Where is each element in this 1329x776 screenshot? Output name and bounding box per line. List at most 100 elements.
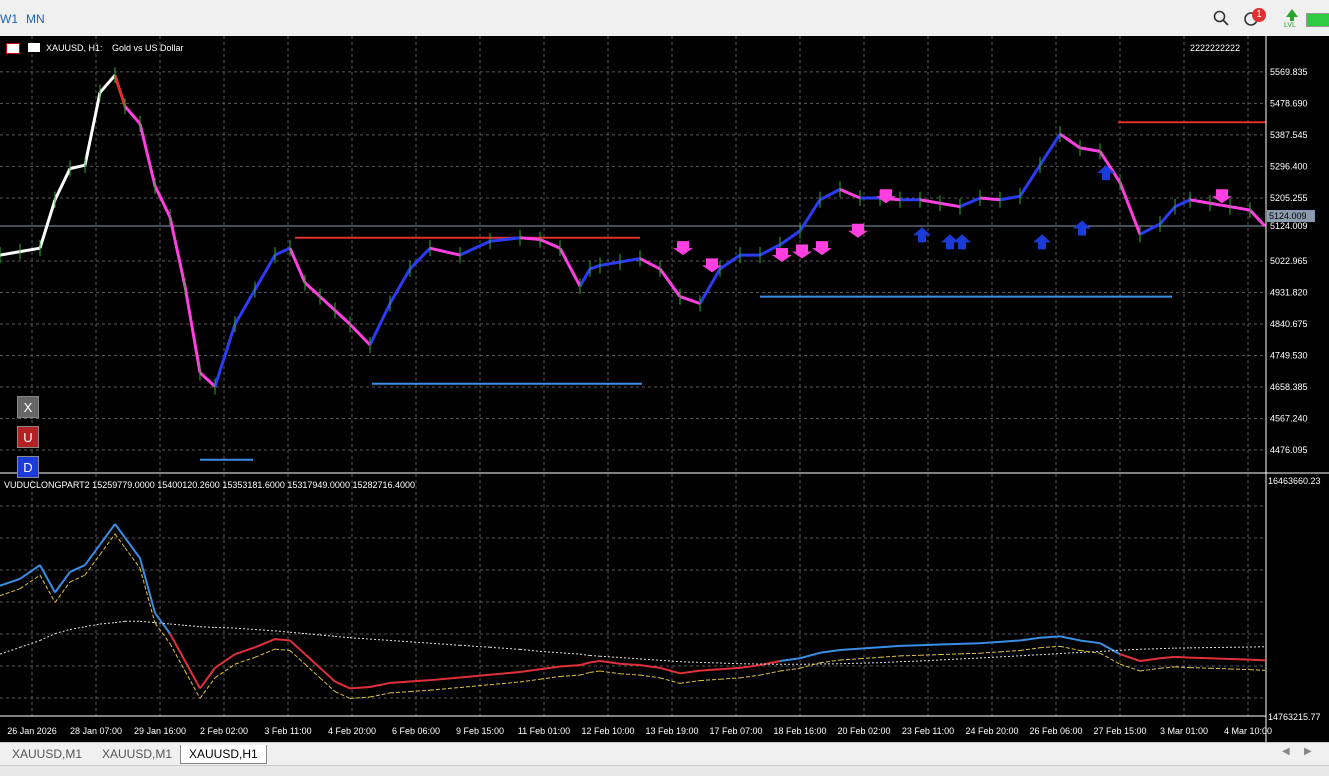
indicator-ma-segment xyxy=(640,659,660,660)
account-number: 2222222222 xyxy=(1190,43,1240,53)
indicator-signal-segment xyxy=(1210,668,1230,669)
price-segment xyxy=(940,203,960,206)
indicator-signal-segment xyxy=(560,675,580,676)
indicator-ma-segment xyxy=(255,629,275,630)
indicator-ma-segment xyxy=(85,624,100,627)
price-segment xyxy=(460,241,490,255)
close-button[interactable]: X xyxy=(17,396,39,418)
timeframe-w1[interactable]: W1 xyxy=(0,12,18,26)
indicator-ma-segment xyxy=(320,635,335,636)
price-segment xyxy=(1080,148,1100,151)
indicator-signal-segment xyxy=(1175,667,1190,668)
price-segment xyxy=(255,255,275,290)
symbol-icon xyxy=(28,43,40,52)
indicator-ma-segment xyxy=(1160,648,1175,649)
price-segment xyxy=(1120,182,1140,234)
indicator-segment xyxy=(1080,640,1100,643)
price-segment xyxy=(1040,134,1060,165)
indicator-segment xyxy=(740,665,760,668)
price-tick-label: 4931.820 xyxy=(1270,287,1308,297)
indicator-ma-segment xyxy=(540,651,560,652)
price-segment xyxy=(980,198,1000,200)
price-segment xyxy=(200,373,215,387)
indicator-segment xyxy=(1040,636,1060,637)
indicator-signal-segment xyxy=(540,676,560,679)
indicator-signal-segment xyxy=(140,568,155,623)
time-tick-label: 9 Feb 15:00 xyxy=(456,726,504,736)
indicator-ma-segment xyxy=(0,647,20,654)
current-price-label: 5124.009 xyxy=(1269,211,1307,221)
tab-xauusd-m1-a[interactable]: XAUUSD,M1 xyxy=(4,745,90,763)
indicator-signal-segment xyxy=(1040,646,1060,647)
indicator-ma-segment xyxy=(920,660,940,661)
price-tick-label: 5296.400 xyxy=(1270,161,1308,171)
indicator-signal-segment xyxy=(0,589,20,596)
sell-arrow-icon xyxy=(772,248,792,262)
price-segment xyxy=(20,248,40,251)
indicator-segment xyxy=(1190,658,1210,659)
indicator-signal-segment xyxy=(700,679,720,680)
up-button[interactable]: U xyxy=(17,426,39,448)
indicator-segment xyxy=(660,668,680,673)
indicator-ma-segment xyxy=(100,623,115,624)
tab-xauusd-h1[interactable]: XAUUSD,H1 xyxy=(180,745,267,764)
timeframe-mn[interactable]: MN xyxy=(26,12,45,26)
indicator-segment xyxy=(350,687,370,688)
indicator-ma-segment xyxy=(580,654,590,655)
price-tick-label: 5387.545 xyxy=(1270,130,1308,140)
notification-badge: 1 xyxy=(1252,8,1266,22)
indicator-segment xyxy=(100,524,115,545)
buy-arrow-icon xyxy=(953,234,971,249)
scroll-left-icon[interactable]: ◀ xyxy=(1282,746,1290,757)
indicator-segment xyxy=(960,643,980,644)
price-segment xyxy=(840,189,860,198)
indicator-segment xyxy=(410,680,430,681)
sell-arrow-icon xyxy=(812,241,832,255)
price-tick-label: 5478.690 xyxy=(1270,98,1308,108)
search-icon[interactable] xyxy=(1213,10,1229,29)
indicator-segment xyxy=(880,646,900,647)
price-segment xyxy=(115,75,125,106)
chart-title: XAUUSD, H1: xyxy=(46,43,103,53)
indicator-signal-segment xyxy=(85,555,100,576)
indicator-signal-segment xyxy=(960,653,980,654)
indicator-ma-segment xyxy=(170,624,185,625)
connection-indicator xyxy=(1306,13,1329,27)
time-tick-label: 24 Feb 20:00 xyxy=(965,726,1018,736)
down-button[interactable]: D xyxy=(17,456,39,478)
top-toolbar: W1 MN 1 LVL xyxy=(0,0,1329,37)
indicator-signal-segment xyxy=(580,672,590,675)
chart-canvas[interactable]: 5569.8355478.6905387.5455296.4005205.255… xyxy=(0,36,1329,742)
indicator-segment xyxy=(70,565,85,572)
indicator-ma-segment xyxy=(600,656,620,657)
indicator-segment xyxy=(800,653,820,658)
indicator-ma-segment xyxy=(40,634,55,641)
time-tick-label: 26 Feb 06:00 xyxy=(1029,726,1082,736)
indicator-ma-segment xyxy=(140,621,155,622)
indicator-ma-segment xyxy=(940,659,960,660)
indicator-ma-segment xyxy=(620,658,640,659)
chart-window[interactable]: 5569.8355478.6905387.5455296.4005205.255… xyxy=(0,36,1329,742)
time-tick-label: 4 Feb 20:00 xyxy=(328,726,376,736)
time-axis: 26 Jan 202628 Jan 07:0029 Jan 16:002 Feb… xyxy=(7,726,1272,736)
indicator-ma-segment xyxy=(20,640,40,647)
indicator-signal-segment xyxy=(70,575,85,582)
time-tick-label: 26 Jan 2026 xyxy=(7,726,57,736)
price-segment xyxy=(580,269,590,286)
price-segment xyxy=(960,198,980,207)
price-segment xyxy=(680,297,700,304)
indicator-signal-segment xyxy=(335,692,350,699)
buy-arrow-icon xyxy=(1097,165,1115,180)
indicator-signal-segment xyxy=(660,678,680,683)
time-tick-label: 3 Mar 01:00 xyxy=(1160,726,1208,736)
indicator-signal-segment xyxy=(940,654,960,655)
indicator-signal-segment xyxy=(590,671,600,672)
indicator-ma-segment xyxy=(350,638,370,639)
indicator-signal-segment xyxy=(430,687,460,690)
indicator-ma-segment xyxy=(1020,655,1040,656)
indicator-signal-segment xyxy=(1020,648,1040,651)
indicator-signal-segment xyxy=(125,548,140,569)
price-segment xyxy=(780,231,800,245)
scroll-right-icon[interactable]: ▶ xyxy=(1304,746,1312,757)
tab-xauusd-m1-b[interactable]: XAUUSD,M1 xyxy=(94,745,180,763)
